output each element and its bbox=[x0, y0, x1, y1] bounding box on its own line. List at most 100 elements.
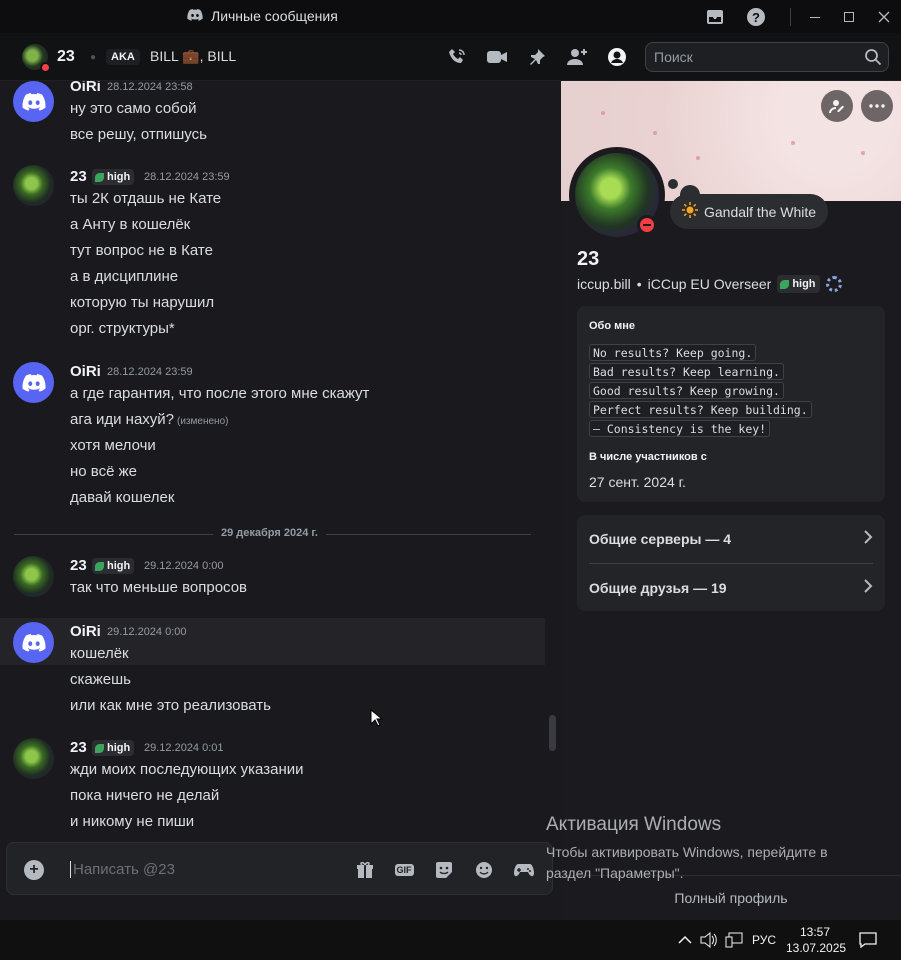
input-language[interactable]: РУС bbox=[752, 930, 776, 950]
message-group: OiRi 28.12.2024 23:59 а где гарантия, чт… bbox=[0, 362, 545, 512]
windows-taskbar: РУС 13:57 13.07.2025 bbox=[0, 920, 901, 960]
about-line: Bad results? Keep learning. bbox=[589, 363, 784, 380]
svg-text:?: ? bbox=[752, 10, 760, 25]
video-call-icon[interactable] bbox=[485, 45, 509, 69]
date-divider-label: 29 декабря 2024 г. bbox=[213, 527, 326, 539]
member-since-date: 27 сент. 2024 г. bbox=[589, 474, 686, 490]
message-text: все решу, отпишусь bbox=[70, 126, 207, 143]
message-username[interactable]: 23 bbox=[70, 557, 87, 574]
emoji-icon[interactable] bbox=[473, 859, 495, 881]
profile-username[interactable]: iccup.bill bbox=[577, 276, 631, 292]
inbox-icon[interactable] bbox=[704, 6, 726, 28]
maximize-icon[interactable] bbox=[838, 6, 860, 28]
header-separator-dot: ● bbox=[90, 52, 97, 63]
custom-status-text: Gandalf the White bbox=[704, 203, 817, 220]
message-group: OiRi 28.12.2024 23:58 ну это само собой … bbox=[0, 81, 545, 151]
user-avatar[interactable] bbox=[13, 81, 54, 122]
user-avatar[interactable] bbox=[13, 362, 54, 403]
voice-call-icon[interactable] bbox=[445, 45, 469, 69]
message-text: ну это само собой bbox=[70, 100, 197, 117]
message-composer[interactable]: + Написать @23 GIF bbox=[6, 842, 553, 895]
gift-icon[interactable] bbox=[354, 859, 376, 881]
custom-status-bubble: Gandalf the White bbox=[670, 194, 829, 229]
clan-tag-badge: high bbox=[92, 558, 135, 574]
search-icon bbox=[864, 48, 882, 69]
message-group: скажешь или как мне это реализовать bbox=[0, 665, 545, 715]
message-text: ты 2К отдашь не Кате bbox=[70, 190, 222, 207]
mutual-servers-row[interactable]: Общие серверы — 4 bbox=[589, 515, 873, 563]
chat-scrollbar-thumb[interactable] bbox=[549, 715, 556, 751]
profile-pronouns: iCCup EU Overseer bbox=[647, 276, 772, 292]
pinned-messages-icon[interactable] bbox=[525, 45, 549, 69]
message-input[interactable]: Написать @23 bbox=[70, 861, 175, 878]
user-profile-icon[interactable] bbox=[605, 45, 629, 69]
message-timestamp: 29.12.2024 0:00 bbox=[107, 626, 187, 638]
header-name[interactable]: 23 bbox=[57, 48, 75, 66]
gif-icon[interactable]: GIF bbox=[393, 859, 415, 881]
sticker-icon[interactable] bbox=[433, 859, 455, 881]
dnd-status-icon bbox=[40, 62, 51, 73]
message-text: кошелёк bbox=[70, 645, 129, 662]
header-avatar[interactable] bbox=[22, 44, 51, 73]
user-avatar[interactable] bbox=[13, 622, 54, 663]
leaf-icon bbox=[95, 172, 104, 182]
window-titlebar: Личные сообщения ? bbox=[0, 0, 901, 33]
message-timestamp: 29.12.2024 0:00 bbox=[144, 560, 224, 572]
message-text: и никому не пиши bbox=[70, 813, 195, 830]
profile-subline: iccup.bill • iCCup EU Overseer high bbox=[577, 275, 842, 293]
message-text: тут вопрос не в Кате bbox=[70, 242, 213, 259]
message-username[interactable]: OiRi bbox=[70, 363, 101, 380]
about-line: — Consistency is the key! bbox=[589, 420, 771, 437]
message-username[interactable]: 23 bbox=[70, 168, 87, 185]
clan-tag-badge[interactable]: high bbox=[777, 275, 820, 293]
more-options-icon[interactable] bbox=[861, 90, 893, 122]
bullet-separator: • bbox=[636, 276, 642, 292]
clock-time: 13:57 bbox=[799, 925, 831, 939]
user-avatar[interactable] bbox=[13, 556, 54, 597]
taskbar-clock[interactable]: 13:57 13.07.2025 bbox=[786, 924, 846, 956]
nitro-badge-icon[interactable] bbox=[825, 276, 842, 292]
help-icon[interactable]: ? bbox=[745, 6, 767, 28]
leaf-icon bbox=[95, 743, 104, 753]
message-group: 23 high 29.12.2024 0:00 так что меньше в… bbox=[0, 554, 545, 604]
clan-tag-badge: high bbox=[92, 169, 135, 185]
message-timestamp: 28.12.2024 23:59 bbox=[144, 171, 230, 183]
message-text: жди моих последующих указании bbox=[70, 761, 304, 778]
search-input[interactable]: Поиск bbox=[645, 42, 889, 72]
profile-avatar[interactable] bbox=[569, 147, 665, 243]
message-username[interactable]: OiRi bbox=[70, 623, 101, 640]
activities-gamepad-icon[interactable] bbox=[513, 859, 535, 881]
message-text: пока ничего не делай bbox=[70, 787, 220, 804]
message-text: орг. структуры* bbox=[70, 320, 175, 337]
message-group-hovered[interactable]: OiRi 29.12.2024 0:00 кошелёк bbox=[0, 618, 545, 665]
network-icon[interactable] bbox=[725, 930, 743, 950]
chevron-up-icon[interactable] bbox=[678, 930, 692, 950]
notifications-icon[interactable] bbox=[859, 930, 877, 950]
about-line: Perfect results? Keep building. bbox=[589, 401, 812, 418]
mutual-friends-label: Общие друзья — 19 bbox=[589, 580, 727, 596]
watermark-line: раздел "Параметры". bbox=[546, 865, 684, 881]
message-list[interactable]: OiRi 28.12.2024 23:58 ну это само собой … bbox=[0, 81, 561, 920]
about-me-title: Обо мне bbox=[589, 320, 636, 332]
message-group: 23 high 29.12.2024 0:01 жди моих последу… bbox=[0, 736, 545, 836]
message-text: а в дисциплине bbox=[70, 268, 179, 285]
add-friends-to-dm-icon[interactable] bbox=[565, 45, 589, 69]
mutual-friends-row[interactable]: Общие друзья — 19 bbox=[589, 564, 873, 612]
member-since-title: В числе участников с bbox=[589, 451, 707, 463]
message-username[interactable]: OiRi bbox=[70, 81, 101, 95]
profile-customize-icon[interactable] bbox=[821, 90, 853, 122]
minimize-icon[interactable] bbox=[804, 6, 826, 28]
dm-header: 23 ● AKA BILL 💼, BILL Поиск bbox=[0, 33, 901, 81]
user-avatar[interactable] bbox=[13, 738, 54, 779]
message-username[interactable]: 23 bbox=[70, 739, 87, 756]
about-me-card: Обо мне No results? Keep going. Bad resu… bbox=[577, 306, 885, 502]
volume-icon[interactable] bbox=[700, 930, 718, 950]
message-timestamp: 28.12.2024 23:59 bbox=[107, 366, 193, 378]
leaf-icon bbox=[95, 561, 104, 571]
message-text: или как мне это реализовать bbox=[70, 697, 271, 714]
watermark-line: Чтобы активировать Windows, перейдите в bbox=[546, 844, 828, 860]
user-avatar[interactable] bbox=[13, 165, 54, 206]
profile-display-name: 23 bbox=[577, 248, 600, 270]
close-icon[interactable] bbox=[873, 6, 895, 28]
attach-plus-icon[interactable]: + bbox=[24, 860, 44, 880]
